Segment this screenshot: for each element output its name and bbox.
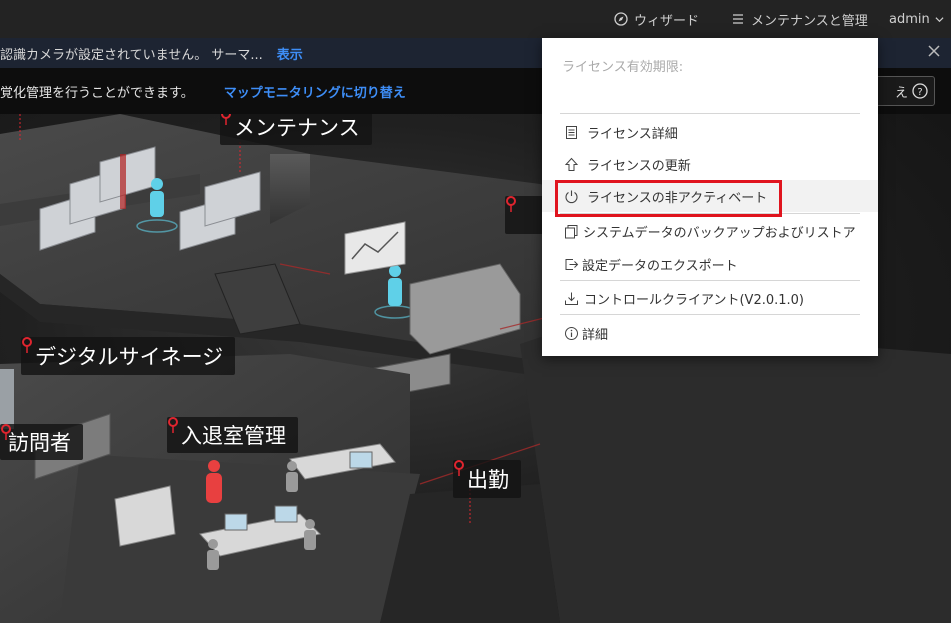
zone-label-maintenance[interactable]: メンテナンス: [220, 114, 372, 145]
zone-label-attendance[interactable]: 出勤: [453, 460, 521, 498]
download-icon: [565, 292, 578, 305]
alert-text: 認識カメラが設定されていません。 サーマ...: [0, 47, 263, 63]
menu-item-label: 詳細: [582, 327, 609, 343]
switch-button-label: え: [894, 85, 908, 101]
menu-item-label: ライセンスの更新: [587, 158, 691, 174]
alert-show-link[interactable]: 表示: [277, 44, 303, 63]
zone-label-text: メンテナンス: [234, 116, 360, 140]
zone-label-text: 訪問者: [8, 431, 71, 455]
svg-text:?: ?: [917, 87, 922, 98]
menu-item-backup-restore[interactable]: システムデータのバックアップおよびリストア: [542, 215, 878, 247]
upload-arrow-icon: [564, 157, 579, 171]
close-icon[interactable]: [927, 44, 941, 58]
menu-divider: [560, 280, 860, 281]
maintenance-dropdown-menu: ライセンス有効期限: ライセンス詳細 ライセンスの更新 ライセンスの非アクティベ…: [542, 38, 878, 356]
menu-item-export-config[interactable]: 設定データのエクスポート: [542, 248, 878, 280]
menu-divider: [560, 213, 860, 214]
switch-map-monitoring-link[interactable]: マップモニタリングに切り替え: [224, 82, 406, 101]
menu-divider: [560, 314, 860, 315]
menu-item-license-update[interactable]: ライセンスの更新: [542, 148, 878, 180]
power-icon: [565, 190, 578, 203]
menu-item-about[interactable]: 詳細: [542, 317, 878, 349]
wizard-label: ウィザード: [634, 13, 700, 29]
menu-item-control-client[interactable]: コントロールクライアント(V2.0.1.0): [542, 282, 878, 314]
info-icon: [565, 326, 578, 340]
export-icon: [565, 258, 579, 270]
location-pin-icon: [221, 114, 231, 125]
maintenance-label: メンテナンスと管理: [751, 13, 868, 29]
zone-label-text: 入退室管理: [181, 424, 286, 448]
document-icon: [566, 125, 577, 139]
menu-item-license-details[interactable]: ライセンス詳細: [542, 116, 878, 148]
menu-item-label: 設定データのエクスポート: [582, 258, 738, 274]
zone-label-visitor[interactable]: 訪問者: [0, 424, 83, 460]
top-bar: ウィザード メンテナンスと管理 admin: [0, 0, 951, 38]
menu-item-label: ライセンス詳細: [587, 126, 678, 142]
menu-item-license-deactivate[interactable]: ライセンスの非アクティベート: [542, 180, 878, 212]
compass-icon: [614, 12, 628, 26]
menu-item-label: ライセンスの非アクティベート: [587, 190, 768, 206]
info-text: 覚化管理を行うことができます。: [0, 85, 194, 101]
menu-item-label: コントロールクライアント(V2.0.1.0): [584, 292, 804, 308]
help-icon: ?: [912, 83, 928, 99]
switch-button[interactable]: え ?: [875, 76, 935, 106]
license-expiry-label: ライセンス有効期限:: [562, 60, 684, 75]
zone-label-hidden[interactable]: [505, 196, 545, 234]
location-pin-icon: [1, 424, 11, 440]
location-pin-icon: [168, 417, 178, 433]
location-pin-icon: [454, 460, 464, 476]
zone-label-signage[interactable]: デジタルサイネージ: [21, 337, 236, 375]
menu-item-label: システムデータのバックアップおよびリストア: [583, 225, 856, 241]
menu-divider: [560, 113, 860, 114]
user-menu-button[interactable]: admin: [889, 0, 944, 38]
zone-label-access[interactable]: 入退室管理: [167, 417, 298, 453]
menu-icon: [733, 14, 743, 24]
maintenance-menu-button[interactable]: メンテナンスと管理: [731, 0, 868, 38]
user-label: admin: [889, 11, 930, 27]
chevron-down-icon: [935, 16, 944, 22]
zone-label-text: 出勤: [467, 468, 509, 492]
copy-icon: [565, 224, 578, 238]
location-pin-icon: [22, 337, 32, 353]
zone-label-text: デジタルサイネージ: [35, 345, 224, 369]
wizard-button[interactable]: ウィザード: [614, 0, 699, 38]
location-pin-icon: [506, 196, 516, 212]
